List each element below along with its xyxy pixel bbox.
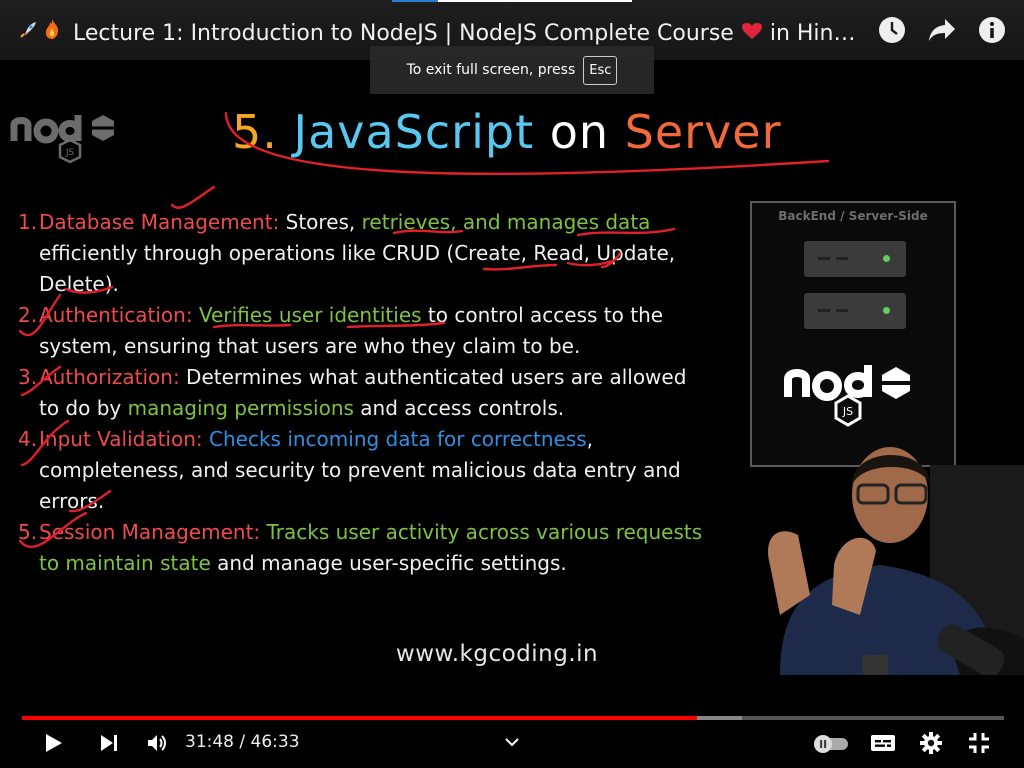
rocket-emoji-icon — [18, 20, 42, 46]
time-display: 31:48 / 46:33 — [185, 732, 300, 752]
video-frame[interactable]: JS 5. JavaScript on Server 1. Database M… — [0, 95, 1024, 677]
autoplay-toggle-icon — [814, 735, 848, 753]
item-text: Stores, — [279, 210, 362, 234]
item-title: Input Validation: — [39, 427, 203, 451]
presenter-webcam-image — [740, 425, 1024, 677]
progress-played — [22, 716, 697, 720]
exit-fullscreen-button[interactable] — [964, 729, 994, 757]
heading-number: 5. — [232, 105, 278, 159]
list-item: 5. Session Management: Tracks user activ… — [18, 517, 708, 579]
item-body: Database Management: Stores, retrieves, … — [39, 207, 708, 300]
mute-button[interactable] — [142, 729, 172, 757]
chevron-down-icon[interactable] — [504, 733, 520, 752]
heading-on: on — [549, 105, 610, 159]
autoplay-toggle[interactable] — [812, 729, 850, 757]
player-controls: 31:48 / 46:33 — [0, 675, 1024, 768]
diagram-label: BackEnd / Server-Side — [778, 209, 928, 223]
gear-icon — [920, 732, 942, 754]
video-title-suffix: in Hin… — [769, 21, 856, 46]
list-item: 1. Database Management: Stores, retrieve… — [18, 207, 708, 300]
toast-text: To exit full screen, press — [406, 62, 576, 78]
list-item: 4. Input Validation: Checks incoming dat… — [18, 424, 708, 517]
server-unit-icon — [804, 293, 906, 329]
list-item: 2. Authentication: Verifies user identit… — [18, 300, 708, 362]
item-text-rest: and access controls. — [353, 396, 565, 420]
svg-text:JS: JS — [842, 405, 853, 418]
item-number: 1. — [18, 210, 38, 234]
item-title: Session Management: — [39, 520, 261, 544]
list-item: 3. Authorization: Determines what authen… — [18, 362, 708, 424]
video-title-text: Lecture 1: Introduction to NodeJS | Node… — [73, 21, 734, 46]
item-number: 3. — [18, 365, 38, 389]
play-button[interactable] — [38, 729, 68, 757]
item-body: Session Management: Tracks user activity… — [39, 517, 708, 579]
heading-server: Server — [624, 105, 782, 159]
item-body: Input Validation: Checks incoming data f… — [39, 424, 708, 517]
nodejs-logo-icon: JS — [8, 107, 120, 173]
progress-bar[interactable] — [22, 716, 1004, 720]
next-icon — [101, 735, 117, 751]
item-highlight: Verifies user identities — [198, 303, 422, 327]
server-unit-icon — [804, 241, 906, 277]
slide-points-list: 1. Database Management: Stores, retrieve… — [18, 207, 708, 579]
exit-fullscreen-toast: To exit full screen, press Esc — [370, 46, 654, 94]
website-watermark: www.kgcoding.in — [395, 641, 599, 667]
item-number: 4. — [18, 427, 38, 451]
slide-heading: 5. JavaScript on Server — [232, 105, 782, 159]
watch-later-icon[interactable] — [876, 14, 908, 46]
play-icon — [46, 734, 62, 752]
item-body: Authentication: Verifies user identities… — [39, 300, 708, 362]
item-text-rest: efficiently through operations like CRUD… — [39, 241, 676, 296]
video-title[interactable]: Lecture 1: Introduction to NodeJS | Node… — [18, 18, 868, 46]
info-icon[interactable] — [976, 14, 1008, 46]
volume-icon — [148, 735, 166, 751]
item-title: Database Management: — [39, 210, 280, 234]
fire-emoji-icon — [42, 18, 66, 46]
svg-text:JS: JS — [65, 148, 75, 158]
top-actions — [876, 14, 1008, 46]
share-icon[interactable] — [926, 14, 958, 46]
item-highlight: managing permissions — [127, 396, 354, 420]
item-number: 2. — [18, 303, 38, 327]
esc-key-badge: Esc — [583, 55, 618, 85]
subtitles-icon — [871, 735, 895, 751]
item-title: Authentication: — [39, 303, 193, 327]
item-title: Authorization: — [39, 365, 180, 389]
subtitles-button[interactable] — [868, 729, 898, 757]
item-highlight: retrieves, and manages data — [361, 210, 651, 234]
item-body: Authorization: Determines what authentic… — [39, 362, 708, 424]
top-indicator-accent — [392, 0, 438, 2]
settings-button[interactable] — [916, 729, 946, 757]
item-number: 5. — [18, 520, 38, 544]
next-button[interactable] — [94, 729, 124, 757]
heading-javascript: JavaScript — [293, 105, 535, 159]
heart-emoji-icon — [741, 21, 770, 46]
exit-fullscreen-icon — [969, 733, 989, 753]
item-highlight: Checks incoming data for correctness — [209, 427, 587, 451]
item-text-rest: and manage user-specific settings. — [210, 551, 567, 575]
